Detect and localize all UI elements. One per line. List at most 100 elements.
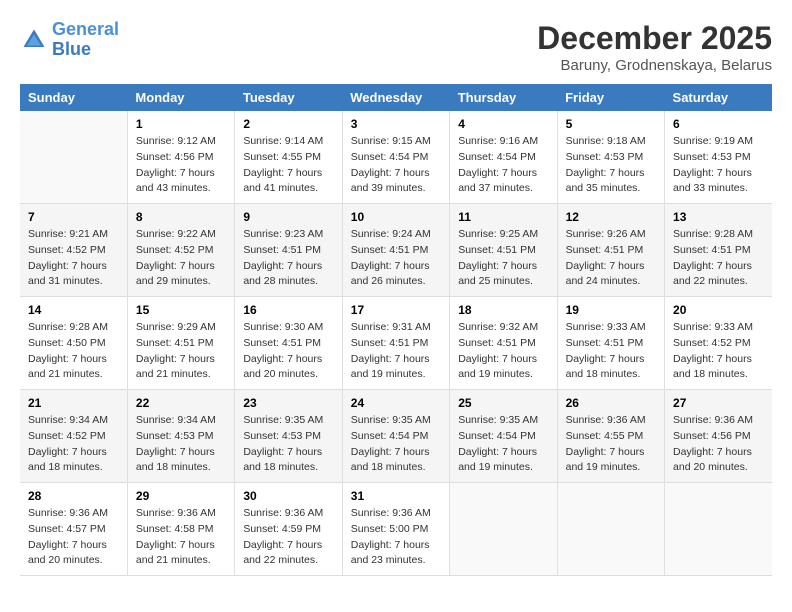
calendar-cell: 2 Sunrise: 9:14 AMSunset: 4:55 PMDayligh…	[235, 111, 342, 204]
day-number: 25	[458, 396, 548, 410]
day-number: 2	[243, 117, 333, 131]
page-header: General Blue December 2025 Baruny, Grodn…	[20, 20, 772, 74]
day-number: 15	[136, 303, 226, 317]
calendar-cell: 13 Sunrise: 9:28 AMSunset: 4:51 PMDaylig…	[665, 204, 772, 297]
month-year: December 2025	[537, 20, 772, 57]
calendar-cell	[450, 483, 557, 576]
calendar-cell: 5 Sunrise: 9:18 AMSunset: 4:53 PMDayligh…	[557, 111, 664, 204]
day-number: 4	[458, 117, 548, 131]
day-info: Sunrise: 9:36 AMSunset: 5:00 PMDaylight:…	[351, 506, 441, 569]
day-number: 31	[351, 489, 441, 503]
calendar-cell: 9 Sunrise: 9:23 AMSunset: 4:51 PMDayligh…	[235, 204, 342, 297]
day-info: Sunrise: 9:36 AMSunset: 4:56 PMDaylight:…	[673, 413, 764, 476]
day-info: Sunrise: 9:15 AMSunset: 4:54 PMDaylight:…	[351, 134, 441, 197]
calendar-cell: 27 Sunrise: 9:36 AMSunset: 4:56 PMDaylig…	[665, 390, 772, 483]
day-info: Sunrise: 9:36 AMSunset: 4:58 PMDaylight:…	[136, 506, 226, 569]
day-info: Sunrise: 9:30 AMSunset: 4:51 PMDaylight:…	[243, 320, 333, 383]
day-info: Sunrise: 9:22 AMSunset: 4:52 PMDaylight:…	[136, 227, 226, 290]
calendar-table: SundayMondayTuesdayWednesdayThursdayFrid…	[20, 84, 772, 576]
header-sunday: Sunday	[20, 84, 127, 111]
day-info: Sunrise: 9:21 AMSunset: 4:52 PMDaylight:…	[28, 227, 119, 290]
day-number: 20	[673, 303, 764, 317]
calendar-cell: 15 Sunrise: 9:29 AMSunset: 4:51 PMDaylig…	[127, 297, 234, 390]
day-number: 17	[351, 303, 441, 317]
day-info: Sunrise: 9:34 AMSunset: 4:53 PMDaylight:…	[136, 413, 226, 476]
calendar-cell: 31 Sunrise: 9:36 AMSunset: 5:00 PMDaylig…	[342, 483, 449, 576]
day-number: 28	[28, 489, 119, 503]
day-info: Sunrise: 9:31 AMSunset: 4:51 PMDaylight:…	[351, 320, 441, 383]
header-wednesday: Wednesday	[342, 84, 449, 111]
week-row-2: 7 Sunrise: 9:21 AMSunset: 4:52 PMDayligh…	[20, 204, 772, 297]
calendar-cell	[665, 483, 772, 576]
header-monday: Monday	[127, 84, 234, 111]
calendar-body: 1 Sunrise: 9:12 AMSunset: 4:56 PMDayligh…	[20, 111, 772, 576]
calendar-cell: 1 Sunrise: 9:12 AMSunset: 4:56 PMDayligh…	[127, 111, 234, 204]
day-number: 30	[243, 489, 333, 503]
day-info: Sunrise: 9:14 AMSunset: 4:55 PMDaylight:…	[243, 134, 333, 197]
day-info: Sunrise: 9:19 AMSunset: 4:53 PMDaylight:…	[673, 134, 764, 197]
calendar-cell: 10 Sunrise: 9:24 AMSunset: 4:51 PMDaylig…	[342, 204, 449, 297]
day-number: 22	[136, 396, 226, 410]
week-row-5: 28 Sunrise: 9:36 AMSunset: 4:57 PMDaylig…	[20, 483, 772, 576]
calendar-cell: 11 Sunrise: 9:25 AMSunset: 4:51 PMDaylig…	[450, 204, 557, 297]
calendar-cell: 6 Sunrise: 9:19 AMSunset: 4:53 PMDayligh…	[665, 111, 772, 204]
day-number: 18	[458, 303, 548, 317]
header-thursday: Thursday	[450, 84, 557, 111]
calendar-cell: 12 Sunrise: 9:26 AMSunset: 4:51 PMDaylig…	[557, 204, 664, 297]
day-info: Sunrise: 9:36 AMSunset: 4:57 PMDaylight:…	[28, 506, 119, 569]
calendar-cell: 25 Sunrise: 9:35 AMSunset: 4:54 PMDaylig…	[450, 390, 557, 483]
location: Baruny, Grodnenskaya, Belarus	[537, 57, 772, 74]
calendar-cell: 8 Sunrise: 9:22 AMSunset: 4:52 PMDayligh…	[127, 204, 234, 297]
calendar-cell: 28 Sunrise: 9:36 AMSunset: 4:57 PMDaylig…	[20, 483, 127, 576]
day-info: Sunrise: 9:36 AMSunset: 4:59 PMDaylight:…	[243, 506, 333, 569]
calendar-cell: 3 Sunrise: 9:15 AMSunset: 4:54 PMDayligh…	[342, 111, 449, 204]
day-info: Sunrise: 9:16 AMSunset: 4:54 PMDaylight:…	[458, 134, 548, 197]
day-info: Sunrise: 9:34 AMSunset: 4:52 PMDaylight:…	[28, 413, 119, 476]
day-number: 9	[243, 210, 333, 224]
day-number: 3	[351, 117, 441, 131]
day-number: 12	[566, 210, 656, 224]
header-friday: Friday	[557, 84, 664, 111]
calendar-header: SundayMondayTuesdayWednesdayThursdayFrid…	[20, 84, 772, 111]
calendar-cell	[557, 483, 664, 576]
day-info: Sunrise: 9:29 AMSunset: 4:51 PMDaylight:…	[136, 320, 226, 383]
day-number: 23	[243, 396, 333, 410]
calendar-cell: 4 Sunrise: 9:16 AMSunset: 4:54 PMDayligh…	[450, 111, 557, 204]
day-info: Sunrise: 9:25 AMSunset: 4:51 PMDaylight:…	[458, 227, 548, 290]
day-number: 14	[28, 303, 119, 317]
calendar-cell: 16 Sunrise: 9:30 AMSunset: 4:51 PMDaylig…	[235, 297, 342, 390]
day-info: Sunrise: 9:35 AMSunset: 4:54 PMDaylight:…	[351, 413, 441, 476]
day-number: 6	[673, 117, 764, 131]
week-row-1: 1 Sunrise: 9:12 AMSunset: 4:56 PMDayligh…	[20, 111, 772, 204]
calendar-cell: 17 Sunrise: 9:31 AMSunset: 4:51 PMDaylig…	[342, 297, 449, 390]
day-number: 10	[351, 210, 441, 224]
logo-icon	[20, 26, 48, 54]
day-info: Sunrise: 9:32 AMSunset: 4:51 PMDaylight:…	[458, 320, 548, 383]
day-number: 8	[136, 210, 226, 224]
day-number: 24	[351, 396, 441, 410]
day-info: Sunrise: 9:28 AMSunset: 4:51 PMDaylight:…	[673, 227, 764, 290]
day-number: 13	[673, 210, 764, 224]
calendar-cell: 7 Sunrise: 9:21 AMSunset: 4:52 PMDayligh…	[20, 204, 127, 297]
calendar-cell: 18 Sunrise: 9:32 AMSunset: 4:51 PMDaylig…	[450, 297, 557, 390]
day-number: 7	[28, 210, 119, 224]
week-row-4: 21 Sunrise: 9:34 AMSunset: 4:52 PMDaylig…	[20, 390, 772, 483]
week-row-3: 14 Sunrise: 9:28 AMSunset: 4:50 PMDaylig…	[20, 297, 772, 390]
day-number: 29	[136, 489, 226, 503]
header-tuesday: Tuesday	[235, 84, 342, 111]
calendar-cell: 23 Sunrise: 9:35 AMSunset: 4:53 PMDaylig…	[235, 390, 342, 483]
logo-text: General Blue	[52, 20, 119, 60]
logo: General Blue	[20, 20, 119, 60]
day-number: 16	[243, 303, 333, 317]
day-number: 11	[458, 210, 548, 224]
day-info: Sunrise: 9:23 AMSunset: 4:51 PMDaylight:…	[243, 227, 333, 290]
calendar-cell: 22 Sunrise: 9:34 AMSunset: 4:53 PMDaylig…	[127, 390, 234, 483]
day-info: Sunrise: 9:18 AMSunset: 4:53 PMDaylight:…	[566, 134, 656, 197]
calendar-cell: 19 Sunrise: 9:33 AMSunset: 4:51 PMDaylig…	[557, 297, 664, 390]
calendar-cell: 20 Sunrise: 9:33 AMSunset: 4:52 PMDaylig…	[665, 297, 772, 390]
title-block: December 2025 Baruny, Grodnenskaya, Bela…	[537, 20, 772, 74]
day-number: 5	[566, 117, 656, 131]
day-number: 21	[28, 396, 119, 410]
header-row: SundayMondayTuesdayWednesdayThursdayFrid…	[20, 84, 772, 111]
day-info: Sunrise: 9:12 AMSunset: 4:56 PMDaylight:…	[136, 134, 226, 197]
